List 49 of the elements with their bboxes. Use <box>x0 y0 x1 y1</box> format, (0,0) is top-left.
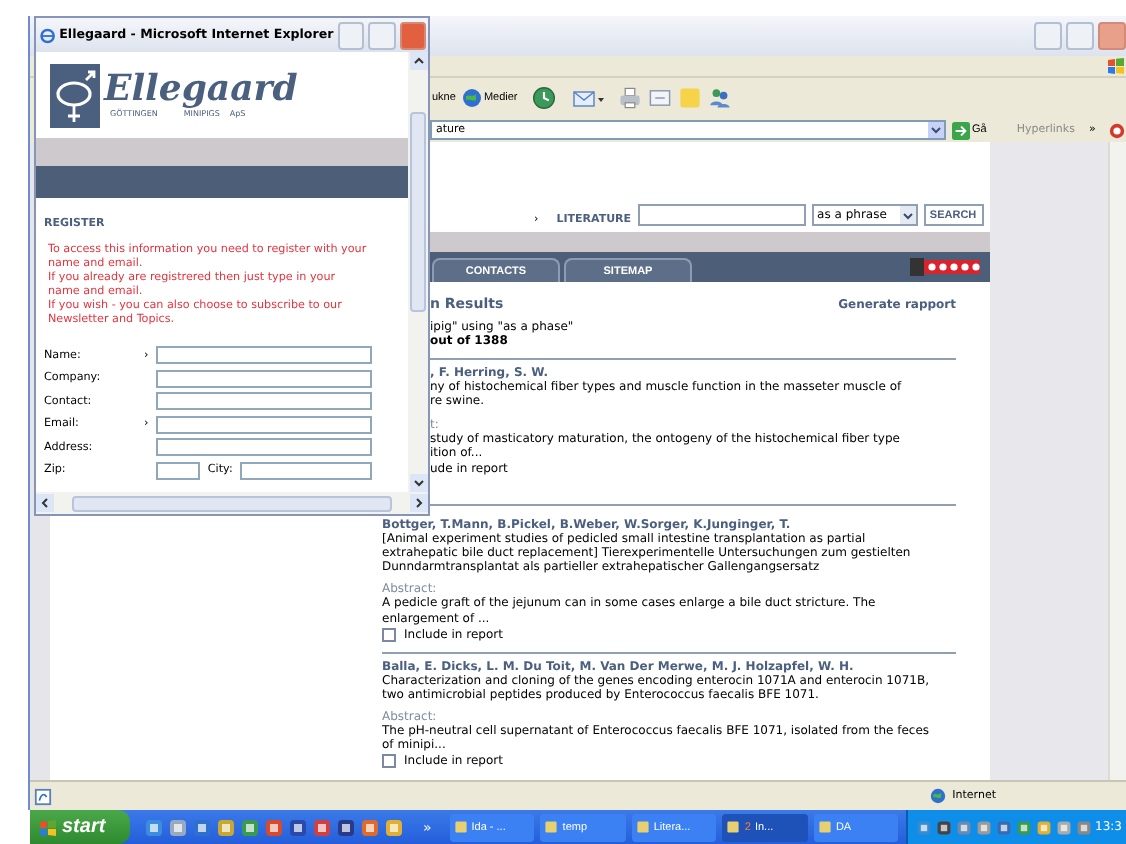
scroll-down-icon[interactable] <box>409 474 427 492</box>
program-icon[interactable] <box>240 817 261 837</box>
globe-icon[interactable] <box>461 88 482 108</box>
include-checkbox[interactable] <box>382 627 396 642</box>
input-field[interactable] <box>156 415 372 433</box>
folder-icon <box>453 820 468 834</box>
program-icon[interactable] <box>288 817 309 837</box>
folder-icon <box>726 820 741 834</box>
start-button[interactable]: start <box>30 810 131 844</box>
arrow-icon[interactable] <box>952 121 970 139</box>
windows-flag-icon <box>38 817 58 837</box>
program-icon[interactable] <box>144 817 165 837</box>
dropdown-icon[interactable] <box>928 122 944 138</box>
scroll-up-icon[interactable] <box>409 52 427 70</box>
zip-field[interactable] <box>156 461 200 479</box>
program-icon[interactable] <box>312 817 333 837</box>
browser-icon <box>40 27 56 43</box>
city-field[interactable] <box>240 461 372 479</box>
program-icon[interactable] <box>168 817 189 837</box>
folder-icon <box>635 820 650 834</box>
program-icon[interactable] <box>384 817 405 837</box>
input-field[interactable] <box>156 369 372 387</box>
program-icon[interactable] <box>360 817 381 837</box>
scroll-right-icon[interactable] <box>410 494 428 512</box>
program-icon[interactable] <box>336 817 357 837</box>
input-field[interactable] <box>156 438 372 456</box>
input-field[interactable] <box>156 392 372 410</box>
program-icon[interactable] <box>192 817 213 837</box>
page-icon <box>34 787 52 805</box>
rating-badge-icon <box>910 258 980 276</box>
scroll-left-icon[interactable] <box>36 494 54 512</box>
folder-icon <box>544 820 559 834</box>
input-field[interactable] <box>156 346 372 364</box>
history-icon[interactable] <box>531 86 556 110</box>
logo-wordmark: Ellegaard <box>104 72 298 108</box>
dropdown-icon[interactable] <box>899 206 916 224</box>
folder-icon <box>817 820 832 834</box>
printer-icon[interactable] <box>617 86 642 110</box>
mail-icon[interactable] <box>571 86 604 110</box>
globe-icon <box>930 788 947 804</box>
scrollbar[interactable] <box>1108 142 1126 780</box>
include-checkbox[interactable] <box>382 754 396 769</box>
scrollbar-thumb[interactable] <box>410 112 426 312</box>
program-icon[interactable] <box>264 817 285 837</box>
scrollbar-thumb[interactable] <box>72 495 392 511</box>
search-field[interactable] <box>637 204 806 226</box>
people-icon[interactable] <box>707 86 732 110</box>
windows-flag-icon <box>1106 56 1126 76</box>
program-icon[interactable] <box>216 817 237 837</box>
